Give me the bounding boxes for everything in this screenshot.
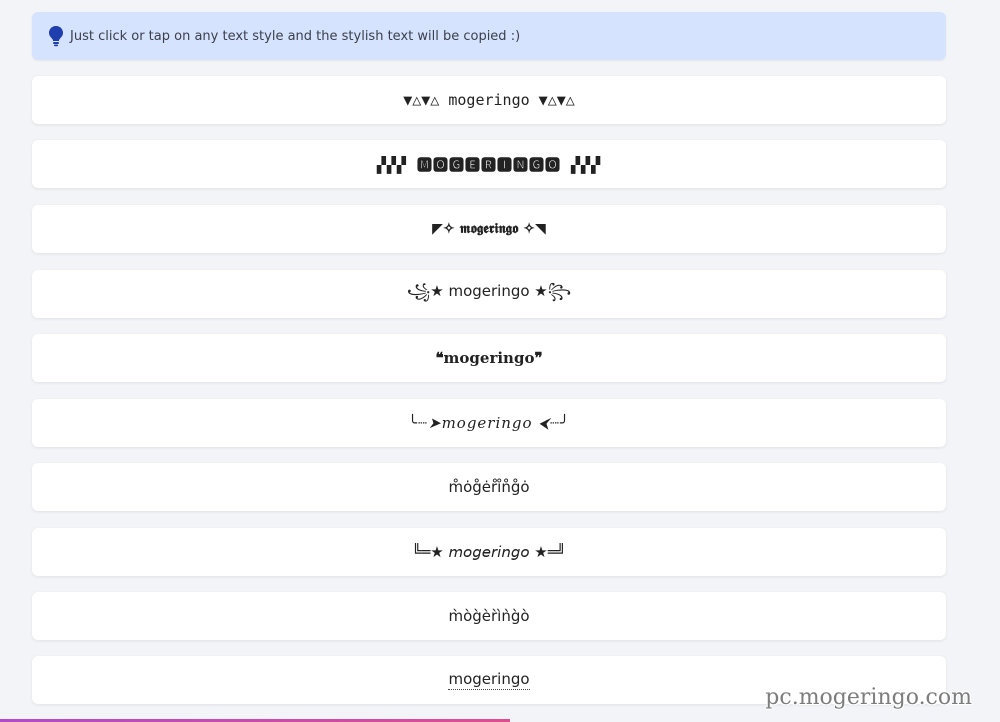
- style-text: mogeringo: [448, 670, 530, 690]
- style-text: ▼△▼△ mogeringo ▼△▼△: [403, 91, 575, 109]
- style-card-grave-accents[interactable]: m̀òg̀èr̀ìǹg̀ò: [32, 592, 946, 640]
- style-card-arrow-italic[interactable]: ╰┈➤𝑚𝑜𝑔𝑒𝑟𝑖𝑛𝑔𝑜 ⮜┈╯: [32, 399, 946, 447]
- style-card-stars[interactable]: ꧁★ mogeringo ★꧂: [32, 270, 946, 318]
- lightbulb-icon: [48, 25, 64, 47]
- style-card-ring-accents[interactable]: m̊ȯg̊ėr̊i̊n̊g̊ȯ: [32, 463, 946, 511]
- style-card-quoted-bold[interactable]: ❝𝐦𝐨𝐠𝐞𝐫𝐢𝐧𝐠𝐨❞: [32, 334, 946, 382]
- style-text: m̊ȯg̊ėr̊i̊n̊g̊ȯ: [448, 478, 530, 496]
- style-text: ▞▞▞ 🅼🅾🅶🅴🆁🅸🅽🅶🅾 ▞▞▞: [376, 155, 602, 174]
- style-text: m̀òg̀èr̀ìǹg̀ò: [448, 607, 530, 625]
- style-card-squared[interactable]: ▞▞▞ 🅼🅾🅶🅴🆁🅸🅽🅶🅾 ▞▞▞: [32, 140, 946, 188]
- style-text: ꧁★ mogeringo ★꧂: [406, 281, 572, 300]
- copy-tip-banner: Just click or tap on any text style and …: [32, 12, 946, 60]
- style-text: ╰┈➤𝑚𝑜𝑔𝑒𝑟𝑖𝑛𝑔𝑜 ⮜┈╯: [407, 414, 571, 432]
- style-card-frame-italic[interactable]: ╚═★ 𝘮𝘰𝘨𝘦𝘳𝘪𝘯𝘨𝘰 ★═╝: [32, 528, 946, 576]
- style-text: ╚═★ 𝘮𝘰𝘨𝘦𝘳𝘪𝘯𝘨𝘰 ★═╝: [412, 543, 566, 561]
- page: Just click or tap on any text style and …: [0, 0, 1000, 722]
- tip-text: Just click or tap on any text style and …: [70, 28, 521, 44]
- style-card-fraktur[interactable]: ◤✧ 𝖒𝖔𝖌𝖊𝖗𝖎𝖓𝖌𝖔 ✧◥: [32, 205, 946, 253]
- style-text: ◤✧ 𝖒𝖔𝖌𝖊𝖗𝖎𝖓𝖌𝖔 ✧◥: [432, 221, 546, 237]
- style-text: ❝𝐦𝐨𝐠𝐞𝐫𝐢𝐧𝐠𝐨❞: [435, 349, 543, 367]
- watermark: pc.mogeringo.com: [765, 685, 972, 710]
- style-card-triangles[interactable]: ▼△▼△ mogeringo ▼△▼△: [32, 76, 946, 124]
